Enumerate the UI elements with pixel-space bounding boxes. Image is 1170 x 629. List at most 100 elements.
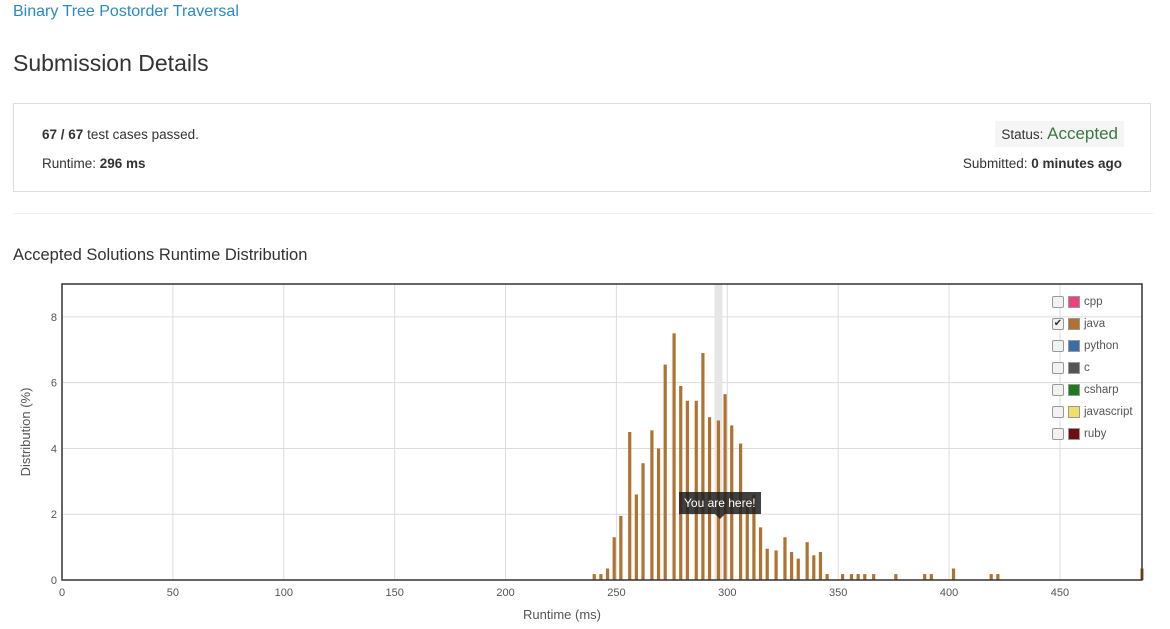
runtime-distribution-chart: 0 50 100 150 200 250 300 350 400 450 0 2 4 6 8 Runtime … [18,283,1144,622]
legend-label: python [1084,340,1119,352]
legend-swatch [1068,296,1080,308]
problem-title-link[interactable]: Binary Tree Postorder Traversal [13,3,239,21]
bar [650,430,654,580]
bar [685,400,689,580]
legend-label: cpp [1084,296,1103,308]
bar [599,574,603,580]
bar [805,542,809,580]
bar [758,527,763,580]
legend-item-ruby[interactable]: ruby [1052,423,1133,445]
bar [783,537,787,580]
bar [872,574,876,580]
status-label: Status: [1001,127,1048,142]
bar [694,400,698,580]
x-tick-label: 350 [829,587,847,599]
x-tick-label: 300 [718,587,736,599]
legend-checkbox[interactable] [1052,340,1064,352]
passed-suffix: test cases passed. [83,127,199,142]
bar [951,568,956,580]
bar [765,548,769,580]
legend-swatch [1068,406,1080,418]
x-tick-label: 200 [496,587,514,599]
legend-label: javascript [1084,406,1133,418]
status-line: Status: Accepted [995,121,1124,147]
legend-checkbox[interactable] [1052,296,1064,308]
bar [929,574,933,580]
x-tick-label: 50 [167,587,179,599]
bar [812,555,816,580]
submitted-value: 0 minutes ago [1031,156,1122,171]
x-tick-label: 100 [275,587,293,599]
bar [723,394,727,580]
legend-label: java [1084,318,1106,330]
bar [841,574,845,580]
legend-item-c[interactable]: c [1052,357,1133,379]
legend-label: ruby [1084,428,1107,440]
y-tick-label: 8 [51,312,57,324]
runtime-value: 296 ms [99,156,146,171]
legend-label: csharp [1084,384,1119,396]
legend-item-java[interactable]: ✔ java [1052,313,1133,335]
total-count: 67 [68,127,84,142]
bar [996,574,1000,580]
passed-count: 67 [42,127,58,142]
legend-item-csharp[interactable]: csharp [1052,379,1133,401]
section-divider [13,213,1153,214]
y-tick-label: 4 [51,443,57,455]
legend-swatch [1068,362,1080,374]
x-tick-label: 150 [385,587,403,599]
legend-item-cpp[interactable]: cpp [1052,291,1133,313]
bar [989,574,993,580]
y-tick-label: 6 [51,378,57,390]
bar [679,385,683,580]
x-tick-label: 250 [607,587,625,599]
x-tick-label: 0 [59,587,65,599]
legend-checkbox[interactable]: ✔ [1052,318,1064,330]
bar [656,448,661,580]
status-value: Accepted [1047,124,1118,143]
bar [863,574,867,580]
legend-checkbox[interactable] [1052,406,1064,418]
bar [619,515,623,580]
you-are-here-tooltip: You are here! [679,492,761,519]
legend-checkbox[interactable] [1052,428,1064,440]
legend-swatch [1068,318,1080,330]
bar [628,432,632,580]
plot-frame [61,283,1143,581]
test-cases-line: 67 / 67 test cases passed. [42,127,199,142]
legend-item-python[interactable]: python [1052,335,1133,357]
bar [825,574,829,580]
legend-label: c [1084,362,1090,374]
y-tick-label: 0 [51,575,57,587]
legend-checkbox[interactable] [1052,362,1064,374]
bar [849,574,854,580]
runtime-line: Runtime: 296 ms [42,156,146,171]
bar [923,574,927,580]
bar [894,574,898,580]
bar [641,463,645,580]
x-axis-label: Runtime (ms) [523,607,601,622]
legend-swatch [1068,340,1080,352]
y-tick-label: 2 [51,509,57,521]
legend-swatch [1068,384,1080,396]
chart-legend: cpp ✔ java python c csharp javascript ruby [1052,291,1133,445]
bar [663,364,667,580]
x-tick-label: 400 [940,587,958,599]
count-separator: / [57,127,69,142]
bar [634,494,638,580]
bar [774,550,778,580]
runtime-label: Runtime: [42,156,100,171]
bar [605,568,610,580]
bar [856,574,860,580]
legend-checkbox[interactable] [1052,384,1064,396]
bar [592,574,596,580]
bar [612,537,616,580]
submitted-label: Submitted: [962,156,1032,171]
legend-item-javascript[interactable]: javascript [1052,401,1133,423]
bar [818,552,823,580]
bar [796,558,800,580]
x-tick-label: 450 [1051,587,1069,599]
submission-summary-panel: 67 / 67 test cases passed. Runtime: 296 … [13,103,1151,192]
y-axis-label: Distribution (%) [18,388,33,477]
page-title: Submission Details [13,50,209,76]
